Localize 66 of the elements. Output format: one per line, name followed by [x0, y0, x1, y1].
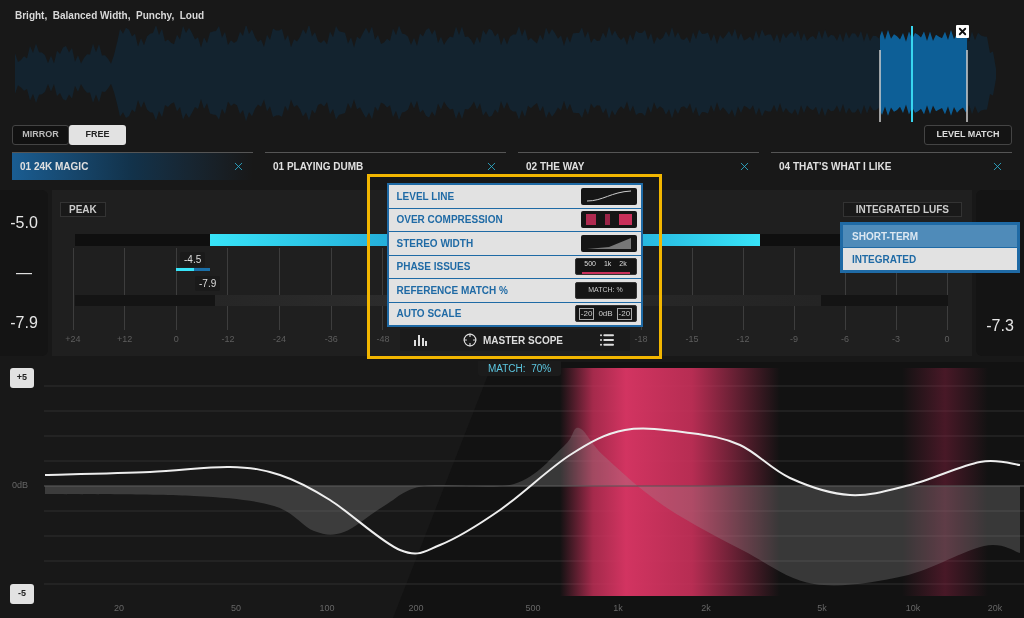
- peak-marker: [176, 268, 210, 271]
- bar-chart-icon[interactable]: [413, 334, 427, 346]
- list-icon[interactable]: [599, 332, 616, 348]
- readout-value: —: [16, 263, 32, 283]
- close-button[interactable]: [956, 25, 969, 38]
- scale-label: +12: [117, 333, 133, 346]
- option-label: REFERENCE MATCH %: [396, 283, 508, 298]
- close-icon[interactable]: [991, 160, 1004, 173]
- track-name: 02 THE WAY: [526, 160, 585, 174]
- track-tab[interactable]: 01 PLAYING DUMB: [265, 152, 506, 180]
- bars-preview-icon: [580, 211, 637, 229]
- option-label: OVER COMPRESSION: [396, 213, 503, 228]
- frequency-label: 50: [231, 603, 241, 613]
- frequency-label: 500: [525, 603, 541, 613]
- frequency-label: 2k: [701, 603, 711, 613]
- scope-option[interactable]: LEVEL LINE: [388, 185, 641, 208]
- scope-option[interactable]: OVER COMPRESSION: [388, 208, 641, 231]
- peak-marker-value: -7.9: [195, 276, 221, 291]
- preview-label: 0dB: [598, 308, 613, 319]
- crosshair-icon: [463, 333, 477, 347]
- frequency-label: 10k: [905, 603, 921, 613]
- frequency-label: 20: [114, 603, 124, 613]
- level-match-button[interactable]: LEVEL MATCH: [924, 125, 1012, 145]
- option-label: AUTO SCALE: [396, 307, 462, 322]
- close-icon[interactable]: [485, 160, 498, 173]
- scale-label: -12: [736, 333, 750, 346]
- track-name: 01 24K MAGIC: [20, 160, 89, 174]
- frequency-label: 200: [408, 603, 424, 613]
- close-icon[interactable]: [232, 160, 245, 173]
- scope-option[interactable]: STEREO WIDTH: [388, 232, 641, 255]
- readout-value: -7.9: [10, 313, 38, 333]
- readout-value: -5.0: [10, 213, 38, 233]
- tag-list: Bright, Balanced Width, Punchy, Loud: [0, 0, 1024, 26]
- view-mode-toggle[interactable]: FREE: [69, 125, 126, 145]
- peak-marker-value: -4.5: [180, 252, 206, 267]
- master-scope-button[interactable]: MASTER SCOPE: [463, 332, 563, 348]
- preview-label: -20: [616, 307, 633, 320]
- option-label: STEREO WIDTH: [396, 236, 474, 251]
- preview-label: -20: [578, 307, 595, 320]
- view-mode-toggle[interactable]: MIRROR: [12, 125, 69, 145]
- scale-label: -12: [221, 333, 235, 346]
- scale-down-button[interactable]: -5: [10, 584, 34, 604]
- scale-label: +24: [65, 333, 81, 346]
- option-label: LEVEL LINE: [396, 189, 455, 204]
- track-name: 01 PLAYING DUMB: [273, 160, 364, 174]
- scale-label: -15: [685, 333, 699, 346]
- option-label: PHASE ISSUES: [396, 260, 471, 275]
- track-tab[interactable]: 01 24K MAGIC: [12, 152, 253, 180]
- curve-preview-icon: [580, 187, 637, 205]
- frequency-label: 1k: [613, 603, 623, 613]
- close-icon[interactable]: [738, 160, 751, 173]
- track-tab[interactable]: 02 THE WAY: [518, 152, 759, 180]
- scope-option[interactable]: AUTO SCALE -20 0dB -20: [388, 302, 641, 325]
- zero-db-label: 0dB: [11, 479, 28, 493]
- frequency-label: 100: [319, 603, 335, 613]
- frequency-label: 20k: [987, 603, 1003, 613]
- menu-option[interactable]: INTEGRATED: [843, 248, 1017, 270]
- peak-label: PEAK: [60, 202, 106, 217]
- readout-value: -7.3: [986, 316, 1014, 336]
- scale-label: -18: [634, 333, 648, 346]
- wedge-preview-icon: [580, 234, 637, 252]
- lufs-label: INTEGRATED LUFS: [842, 202, 962, 217]
- track-name: 04 THAT’S WHAT I LIKE: [779, 160, 892, 174]
- scale-up-button[interactable]: +5: [10, 368, 34, 388]
- frequency-label: 5k: [817, 603, 827, 613]
- track-tab[interactable]: 04 THAT’S WHAT I LIKE: [771, 152, 1012, 180]
